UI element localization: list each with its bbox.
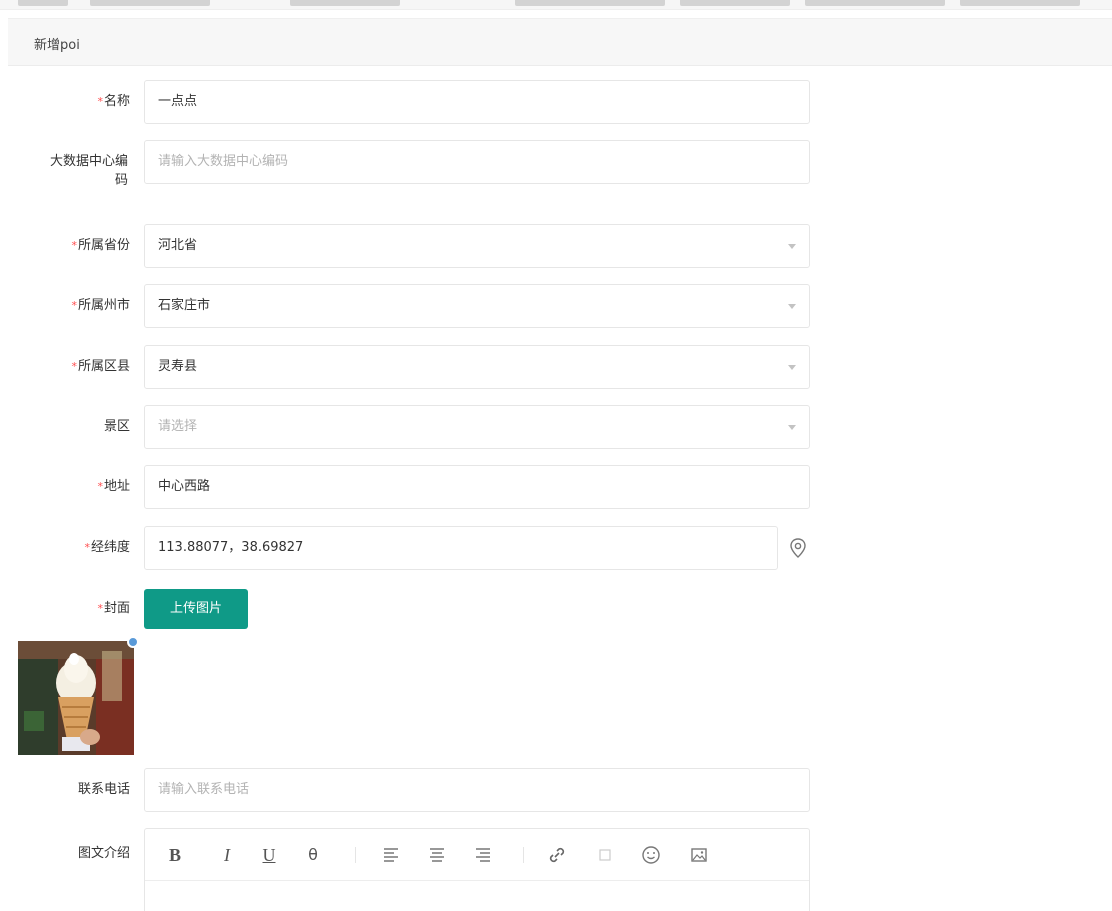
city-value: 石家庄市 xyxy=(158,298,211,313)
city-label: *所属州市 xyxy=(71,298,130,313)
chevron-down-icon xyxy=(788,365,796,370)
required-mark: * xyxy=(71,360,77,373)
align-center-icon[interactable] xyxy=(425,843,449,867)
cover-label: *封面 xyxy=(97,601,130,616)
bold-icon[interactable]: B xyxy=(163,843,187,867)
province-select[interactable]: 河北省 xyxy=(144,224,810,268)
emoji-icon[interactable] xyxy=(639,843,663,867)
toolbar-divider xyxy=(355,847,356,863)
phone-input[interactable]: 请输入联系电话 xyxy=(144,768,810,812)
cover-thumbnail[interactable] xyxy=(18,641,134,755)
province-label: *所属省份 xyxy=(71,238,130,253)
top-toolbar-strip xyxy=(0,0,1112,10)
required-mark: * xyxy=(97,480,103,493)
address-label: *地址 xyxy=(97,479,130,494)
underline-icon[interactable]: U xyxy=(257,843,281,867)
bigdata-code-label: 大数据中心编码 xyxy=(49,154,128,188)
scenic-label: 景区 xyxy=(103,419,130,434)
upload-image-button[interactable]: 上传图片 xyxy=(144,589,248,629)
bigdata-code-input[interactable]: 请输入大数据中心编码 xyxy=(144,140,810,184)
required-mark: * xyxy=(71,299,77,312)
image-icon[interactable] xyxy=(687,843,711,867)
chevron-down-icon xyxy=(788,244,796,249)
scenic-select[interactable]: 请选择 xyxy=(144,405,810,449)
coords-label: *经纬度 xyxy=(84,540,130,555)
coords-input[interactable]: 113.88077，38.69827 xyxy=(144,526,778,570)
align-right-icon[interactable] xyxy=(471,843,495,867)
strikethrough-icon[interactable]: θ xyxy=(301,843,325,867)
page-header: 新增poi xyxy=(8,18,1112,66)
address-input[interactable]: 中心西路 xyxy=(144,465,810,509)
align-left-icon[interactable] xyxy=(379,843,403,867)
cover-photo xyxy=(18,641,134,755)
name-label: *名称 xyxy=(97,94,130,109)
toolbar-divider xyxy=(523,847,524,863)
district-select[interactable]: 灵寿县 xyxy=(144,345,810,389)
district-value: 灵寿县 xyxy=(158,359,198,374)
editor-toolbar: B I U θ xyxy=(145,829,809,881)
location-pin-icon[interactable] xyxy=(788,537,808,559)
code-icon[interactable] xyxy=(593,843,617,867)
district-label: *所属区县 xyxy=(71,359,130,374)
rich-text-editor[interactable]: B I U θ xyxy=(144,828,810,911)
link-icon[interactable] xyxy=(545,843,569,867)
province-value: 河北省 xyxy=(158,238,198,253)
italic-icon[interactable]: I xyxy=(215,843,239,867)
name-input[interactable]: 一点点 xyxy=(144,80,810,124)
required-mark: * xyxy=(97,602,103,615)
chevron-down-icon xyxy=(788,425,796,430)
chevron-down-icon xyxy=(788,304,796,309)
phone-label: 联系电话 xyxy=(77,782,130,797)
city-select[interactable]: 石家庄市 xyxy=(144,284,810,328)
intro-label: 图文介绍 xyxy=(77,846,130,861)
remove-image-badge-icon[interactable] xyxy=(127,636,139,648)
required-mark: * xyxy=(84,541,90,554)
scenic-placeholder: 请选择 xyxy=(158,419,198,434)
required-mark: * xyxy=(71,239,77,252)
page-title: 新增poi xyxy=(34,38,80,53)
required-mark: * xyxy=(97,95,103,108)
